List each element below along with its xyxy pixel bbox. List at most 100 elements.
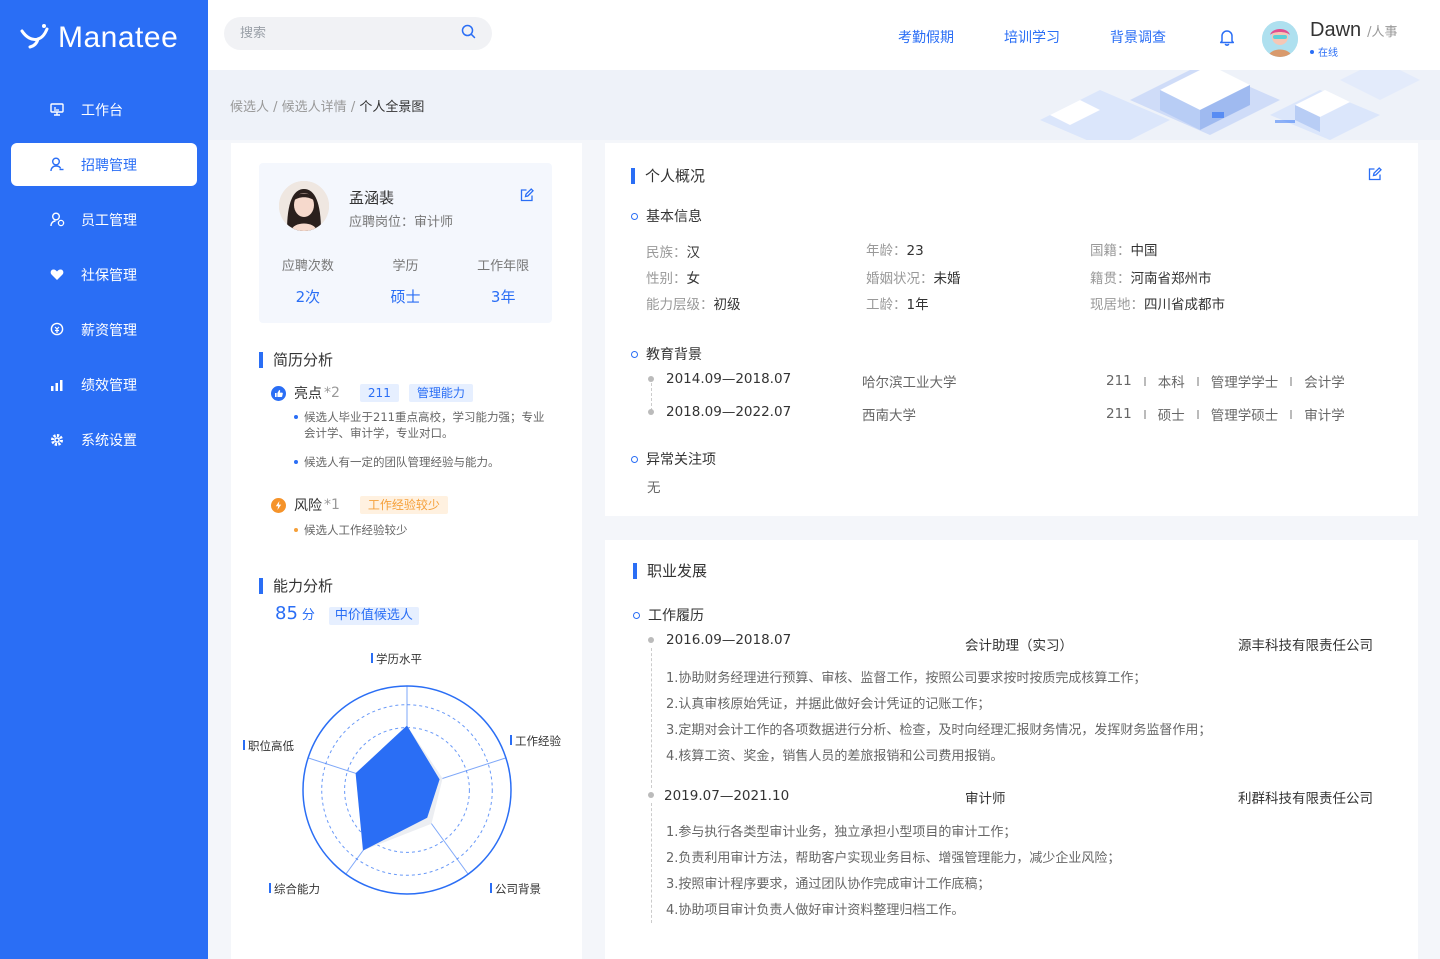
search-input[interactable]	[240, 26, 461, 41]
info-native-place: 籍贯：河南省郑州市	[1090, 267, 1212, 287]
info-value: 初级	[713, 297, 741, 313]
info-value: 河南省郑州市	[1130, 271, 1212, 287]
position-value: 审计师	[414, 215, 454, 230]
stat-experience: 工作年限 3年	[454, 255, 552, 307]
job-role: 审计师	[965, 791, 1006, 807]
title-bar	[631, 167, 635, 184]
sidebar-item-employees[interactable]: 员工管理	[11, 198, 197, 241]
breadcrumb-item-candidate-detail[interactable]: 候选人详情	[282, 100, 347, 115]
brand-name: Manatee	[58, 21, 179, 54]
breadcrumb-bar: 候选人 / 候选人详情 / 个人全景图	[208, 70, 1440, 140]
candidate-stats: 应聘次数 2次 学历 硕士 工作年限 3年	[259, 255, 552, 307]
user-gear-icon	[49, 212, 65, 228]
personal-overview-panel: 个人概况 基本信息 民族：汉 年龄：23 国籍：中国 性别：女 婚姻状况：未婚 …	[605, 143, 1418, 516]
edu-school: 哈尔滨工业大学	[862, 375, 957, 391]
radar-axis-label: 职位高低	[248, 739, 294, 753]
top-link-training[interactable]: 培训学习	[1004, 27, 1060, 47]
abnormal-title: 异常关注项	[631, 449, 716, 469]
job-duties: 1.参与执行各类型审计业务，独立承担小型项目的审计工作； 2.负责利用审计方法，…	[666, 820, 1120, 924]
stat-value: 硕士	[390, 288, 421, 306]
stat-label: 应聘次数	[281, 259, 334, 274]
sidebar-item-workbench[interactable]: 工作台	[11, 88, 197, 131]
sidebar-item-label: 工作台	[81, 102, 123, 119]
duty-line: 1.参与执行各类型审计业务，独立承担小型项目的审计工作；	[666, 825, 1017, 840]
edit-icon[interactable]	[520, 188, 534, 206]
info-value: 四川省成都市	[1144, 297, 1225, 313]
top-link-background-check[interactable]: 背景调查	[1110, 27, 1166, 47]
search-icon[interactable]	[461, 24, 476, 43]
timeline-line	[651, 803, 652, 923]
breadcrumb-current: 个人全景图	[359, 100, 425, 115]
top-link-attendance[interactable]: 考勤假期	[898, 27, 954, 47]
edu-tag: 211	[1106, 406, 1132, 422]
title-bar	[259, 351, 263, 368]
highlight-bullet: 候选人有一定的团队管理经验与能力。	[294, 454, 500, 470]
sidebar-item-social-security[interactable]: 社保管理	[11, 253, 197, 296]
ability-score: 85 分 中价值候选人	[275, 603, 419, 625]
highlight-count: *2	[324, 385, 340, 401]
bullet-line: 候选人毕业于211重点高校，学习能力强；专业	[304, 410, 545, 424]
duty-line: 3.定期对会计工作的各项数据进行分析、检查，及时向经理汇报财务情况，发挥财务监督…	[666, 723, 1212, 738]
radar-label-marker	[510, 735, 512, 745]
candidate-name: 孟涵裴	[349, 189, 395, 207]
basic-info-title: 基本信息	[631, 206, 702, 226]
ability-analysis-title: 能力分析	[259, 575, 333, 596]
tag-separator	[1143, 376, 1146, 386]
sidebar-item-label: 绩效管理	[81, 377, 137, 394]
sidebar-item-salary[interactable]: 薪资管理	[11, 308, 197, 351]
info-key: 籍贯：	[1090, 271, 1131, 287]
info-value: 1年	[906, 297, 929, 313]
duty-line: 3.按照审计程序要求，通过团队协作完成审计工作底稿；	[666, 877, 991, 892]
logo[interactable]: Manatee	[20, 18, 178, 58]
thumbs-up-icon	[271, 385, 286, 401]
info-value: 未婚	[933, 271, 961, 287]
search-box[interactable]	[224, 17, 492, 50]
career-title: 职业发展	[633, 560, 707, 581]
monitor-icon	[49, 102, 65, 118]
tag-separator	[1290, 409, 1293, 419]
timeline-dot	[648, 792, 654, 798]
sidebar-item-recruitment[interactable]: 招聘管理	[11, 143, 197, 186]
section-title-text: 个人概况	[645, 167, 706, 185]
ability-radar-chart: 学历水平工作经验公司背景 综合能力 职位高低	[243, 652, 561, 896]
edu-tags: 211 本科 管理学学士 会计学	[1106, 371, 1345, 391]
ring-marker	[631, 350, 638, 358]
ring-marker	[633, 611, 640, 619]
sidebar-item-settings[interactable]: 系统设置	[11, 418, 197, 461]
job-period: 2016.09—2018.07	[666, 632, 792, 648]
stat-label: 学历	[392, 259, 419, 274]
duty-line: 1.协助财务经理进行预算、审核、监督工作，按照公司要求按时按质完成核算工作；	[666, 671, 1147, 686]
user-status: 在线	[1310, 44, 1398, 59]
radar-label-marker	[490, 883, 492, 893]
user-role: /人事	[1367, 25, 1398, 40]
info-key: 年龄：	[866, 243, 907, 259]
job-period: 2019.07—2021.10	[664, 788, 790, 804]
info-value: 23	[906, 243, 924, 259]
highlight-label: 亮点	[294, 386, 322, 402]
edu-tag: 211	[1106, 373, 1132, 389]
info-nationality: 国籍：中国	[1090, 239, 1158, 259]
candidate-left-panel: 孟涵裴 应聘岗位：审计师 应聘次数 2次 学历 硕士 工作年限 3年 简历分析	[231, 143, 582, 959]
sidebar-item-label: 员工管理	[81, 212, 137, 229]
user-menu[interactable]: Dawn/人事 在线	[1262, 19, 1398, 59]
info-value: 汉	[686, 245, 701, 261]
subsection-title-text: 教育背景	[646, 347, 702, 363]
bell-icon[interactable]	[1218, 28, 1236, 50]
sidebar-item-label: 系统设置	[81, 432, 137, 449]
position-label: 应聘岗位：	[349, 215, 415, 230]
user-icon	[49, 157, 65, 173]
breadcrumb-item-candidates[interactable]: 候选人	[230, 100, 269, 115]
money-icon	[49, 322, 65, 338]
edu-tags: 211 硕士 管理学硕士 审计学	[1106, 404, 1345, 424]
stat-value: 2次	[295, 288, 321, 306]
info-key: 现居地：	[1090, 297, 1144, 313]
ring-marker	[631, 212, 638, 220]
info-value: 中国	[1130, 243, 1158, 259]
career-panel: 职业发展 工作履历 2016.09—2018.07 会计助理（实习） 源丰科技有…	[605, 540, 1418, 959]
job-company: 源丰科技有限责任公司	[1238, 638, 1373, 654]
avatar[interactable]	[1262, 21, 1298, 57]
edit-icon[interactable]	[1368, 167, 1382, 185]
top-header: 考勤假期 培训学习 背景调查 Dawn/人事 在线	[208, 0, 1440, 70]
sidebar-item-performance[interactable]: 绩效管理	[11, 363, 197, 406]
shield-heart-icon	[49, 267, 65, 283]
